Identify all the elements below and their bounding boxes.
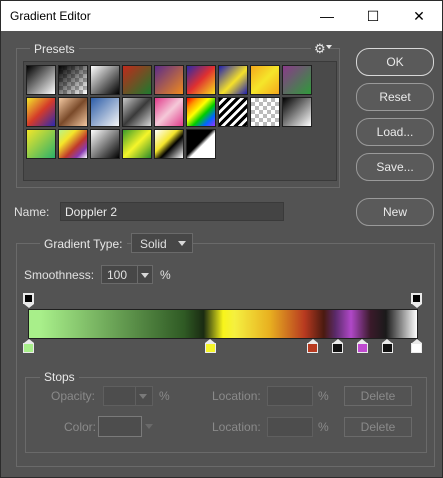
divider <box>137 266 138 283</box>
color-location-unit: % <box>318 420 329 434</box>
color-stop[interactable] <box>411 339 422 353</box>
maximize-button[interactable]: ☐ <box>350 1 396 31</box>
gradient-preview-bar[interactable] <box>28 309 418 339</box>
color-stop[interactable] <box>204 339 216 353</box>
ok-button[interactable]: OK <box>356 48 434 76</box>
presets-label: Presets <box>30 42 79 56</box>
preset-swatch[interactable] <box>122 65 152 95</box>
smoothness-unit: % <box>160 268 171 282</box>
preset-swatch[interactable] <box>58 129 88 159</box>
delete-opacity-stop-button[interactable]: Delete <box>344 386 412 406</box>
chevron-down-icon <box>139 394 147 399</box>
gear-icon[interactable]: ⚙ <box>311 41 329 57</box>
chevron-down-icon <box>145 424 153 429</box>
gradient-type-select[interactable]: Solid <box>131 233 193 253</box>
preset-swatch[interactable] <box>186 65 216 95</box>
preset-swatch[interactable] <box>218 65 248 95</box>
chevron-down-icon <box>326 45 332 49</box>
gradient-type-value: Solid <box>140 237 167 251</box>
chevron-down-icon[interactable] <box>141 273 149 278</box>
color-stop[interactable] <box>307 339 319 353</box>
preset-grid <box>23 61 337 181</box>
chevron-down-icon <box>178 241 186 246</box>
preset-swatch[interactable] <box>154 97 184 127</box>
preset-swatch[interactable] <box>282 65 312 95</box>
name-label: Name: <box>14 205 50 219</box>
smoothness-input[interactable]: 100 <box>101 265 153 284</box>
preset-swatch[interactable] <box>154 65 184 95</box>
preset-swatch[interactable] <box>186 129 216 159</box>
stops-label: Stops <box>40 370 79 384</box>
opacity-input[interactable] <box>103 386 153 406</box>
new-button[interactable]: New <box>356 198 434 226</box>
color-location-label: Location: <box>212 420 261 434</box>
preset-swatch[interactable] <box>250 97 280 127</box>
preset-swatch[interactable] <box>90 97 120 127</box>
color-swatch[interactable] <box>98 416 142 437</box>
preset-swatch[interactable] <box>58 97 88 127</box>
preset-swatch[interactable] <box>90 129 120 159</box>
opacity-unit: % <box>159 389 170 403</box>
color-label: Color: <box>64 420 97 434</box>
preset-swatch[interactable] <box>250 65 280 95</box>
opacity-stop[interactable] <box>23 293 34 308</box>
save-button[interactable]: Save... <box>356 153 434 181</box>
load-button[interactable]: Load... <box>356 118 434 146</box>
name-input[interactable]: Doppler 2 <box>60 202 284 221</box>
preset-swatch[interactable] <box>218 97 248 127</box>
color-stop[interactable] <box>23 339 34 353</box>
gradient-type-label: Gradient Type: <box>40 237 127 251</box>
divider <box>135 387 136 405</box>
close-button[interactable]: ✕ <box>396 1 442 31</box>
preset-swatch[interactable] <box>26 129 56 159</box>
preset-swatch[interactable] <box>282 97 312 127</box>
smoothness-value: 100 <box>107 268 128 282</box>
window-title: Gradient Editor <box>10 9 91 23</box>
preset-swatch[interactable] <box>90 65 120 95</box>
preset-swatch[interactable] <box>26 97 56 127</box>
color-stop[interactable] <box>381 339 393 353</box>
preset-swatch[interactable] <box>26 65 56 95</box>
preset-swatch[interactable] <box>58 65 88 95</box>
gradient-editor-dialog: Gradient Editor — ☐ ✕ Presets ⚙ OK Reset… <box>0 0 443 478</box>
preset-swatch[interactable] <box>122 97 152 127</box>
opacity-location-input[interactable] <box>267 386 313 406</box>
opacity-label: Opacity: <box>51 389 96 403</box>
color-stop[interactable] <box>356 339 368 353</box>
color-location-input[interactable] <box>267 417 313 437</box>
delete-color-stop-button[interactable]: Delete <box>344 417 412 437</box>
opacity-location-label: Location: <box>212 389 261 403</box>
preset-swatch[interactable] <box>122 129 152 159</box>
opacity-location-unit: % <box>318 389 329 403</box>
color-stop[interactable] <box>332 339 344 353</box>
preset-swatch[interactable] <box>186 97 216 127</box>
reset-button[interactable]: Reset <box>356 83 434 111</box>
smoothness-label: Smoothness: <box>24 268 95 282</box>
minimize-button[interactable]: — <box>304 1 350 31</box>
title-bar: Gradient Editor — ☐ ✕ <box>1 1 442 31</box>
preset-swatch[interactable] <box>154 129 184 159</box>
opacity-stop[interactable] <box>411 293 422 308</box>
